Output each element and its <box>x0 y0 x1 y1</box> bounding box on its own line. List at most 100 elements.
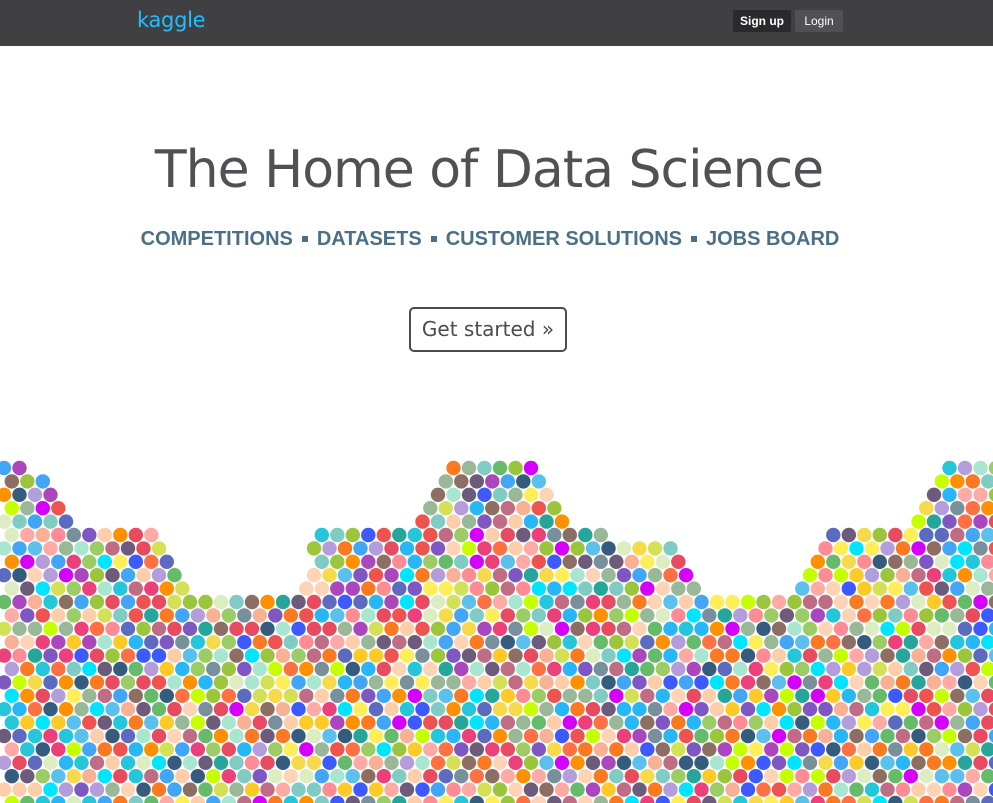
decorative-dot <box>252 715 267 730</box>
decorative-dot <box>601 728 616 744</box>
decorative-dot <box>368 648 384 663</box>
decorative-dot <box>415 594 430 610</box>
decorative-dot <box>779 688 794 703</box>
decorative-dot <box>229 755 244 770</box>
decorative-dot <box>12 648 27 663</box>
decorative-dot <box>175 581 190 596</box>
decorative-dot <box>213 702 229 717</box>
decorative-dot <box>640 769 655 784</box>
customer-solutions-link[interactable]: CUSTOMER SOLUTIONS <box>446 228 682 250</box>
decorative-dot <box>330 769 345 784</box>
decorative-dot <box>981 769 993 784</box>
sign-up-button[interactable]: Sign up <box>733 10 791 32</box>
decorative-dot <box>725 702 740 717</box>
datasets-link[interactable]: DATASETS <box>317 228 422 250</box>
decorative-dot <box>66 608 82 623</box>
decorative-dot <box>981 661 993 677</box>
decorative-dot <box>655 581 670 596</box>
decorative-dot <box>911 782 926 797</box>
decorative-dot <box>539 487 554 502</box>
decorative-dot <box>438 554 453 569</box>
decorative-dot <box>492 728 508 744</box>
section-links: COMPETITIONS DATASETS CUSTOMER SOLUTIONS JO… <box>0 226 980 252</box>
decorative-dot <box>833 728 849 744</box>
decorative-dot <box>709 728 725 744</box>
decorative-dot <box>857 554 872 569</box>
decorative-dot <box>756 675 771 690</box>
decorative-dot <box>632 675 647 690</box>
decorative-dot <box>585 594 601 610</box>
decorative-dot <box>423 661 438 677</box>
decorative-dot <box>314 688 329 703</box>
decorative-dot <box>438 527 453 543</box>
decorative-dot <box>244 728 260 744</box>
decorative-dot <box>523 648 539 663</box>
decorative-dot <box>485 688 500 703</box>
decorative-dot <box>144 527 159 543</box>
decorative-dot <box>35 795 50 803</box>
decorative-dot <box>934 501 949 516</box>
decorative-dot <box>97 527 113 543</box>
decorative-dot <box>663 621 678 636</box>
decorative-dot <box>423 715 438 730</box>
decorative-dot <box>35 581 50 596</box>
decorative-dot <box>895 728 911 744</box>
decorative-dot <box>461 514 477 529</box>
decorative-dot <box>725 782 740 797</box>
decorative-dot <box>640 554 655 569</box>
decorative-dot <box>895 568 911 583</box>
decorative-dot <box>105 621 120 636</box>
login-button[interactable]: Login <box>795 10 843 32</box>
decorative-dot <box>430 648 446 663</box>
jobs-board-link[interactable]: JOBS BOARD <box>706 228 839 250</box>
decorative-dot <box>120 782 136 797</box>
decorative-dot <box>903 635 918 650</box>
decorative-dot <box>144 795 159 803</box>
decorative-dot <box>337 675 353 690</box>
decorative-dot <box>616 702 632 717</box>
decorative-dot <box>911 648 926 663</box>
decorative-dot <box>771 782 787 797</box>
decorative-dot <box>973 541 988 556</box>
decorative-dot <box>965 688 980 703</box>
decorative-dot <box>562 715 577 730</box>
decorative-dot <box>51 608 66 623</box>
decorative-dot <box>283 688 298 703</box>
competitions-link[interactable]: COMPETITIONS <box>141 228 293 250</box>
decorative-dot <box>833 648 849 663</box>
decorative-dot <box>330 688 345 703</box>
decorative-dot <box>353 568 368 583</box>
decorative-dot <box>0 594 12 610</box>
decorative-dot <box>35 554 50 569</box>
decorative-dot <box>818 594 833 610</box>
decorative-dot <box>20 501 35 516</box>
decorative-dot <box>244 648 260 663</box>
decorative-dot <box>128 688 143 703</box>
decorative-dot <box>454 742 469 757</box>
decorative-dot <box>322 594 337 610</box>
decorative-dot <box>128 554 143 569</box>
decorative-dot <box>446 675 461 690</box>
decorative-dot <box>12 782 27 797</box>
decorative-dot <box>787 621 802 636</box>
decorative-dot <box>74 568 89 583</box>
decorative-dot <box>144 608 159 623</box>
decorative-dot <box>58 702 74 717</box>
decorative-dot <box>624 688 639 703</box>
decorative-dot <box>206 795 221 803</box>
decorative-dot <box>919 769 934 784</box>
decorative-dot <box>531 715 546 730</box>
decorative-dot <box>407 769 422 784</box>
kaggle-logo[interactable]: kaggle <box>137 7 206 33</box>
decorative-dot <box>531 688 546 703</box>
decorative-dot <box>82 581 97 596</box>
decorative-dot <box>795 715 810 730</box>
decorative-dot <box>888 527 903 543</box>
decorative-dot <box>981 795 993 803</box>
get-started-button[interactable]: Get started » <box>409 307 567 352</box>
decorative-dot <box>151 568 167 583</box>
decorative-dot <box>43 702 58 717</box>
decorative-dot <box>128 661 143 677</box>
decorative-dot <box>709 702 725 717</box>
decorative-dot <box>268 795 283 803</box>
